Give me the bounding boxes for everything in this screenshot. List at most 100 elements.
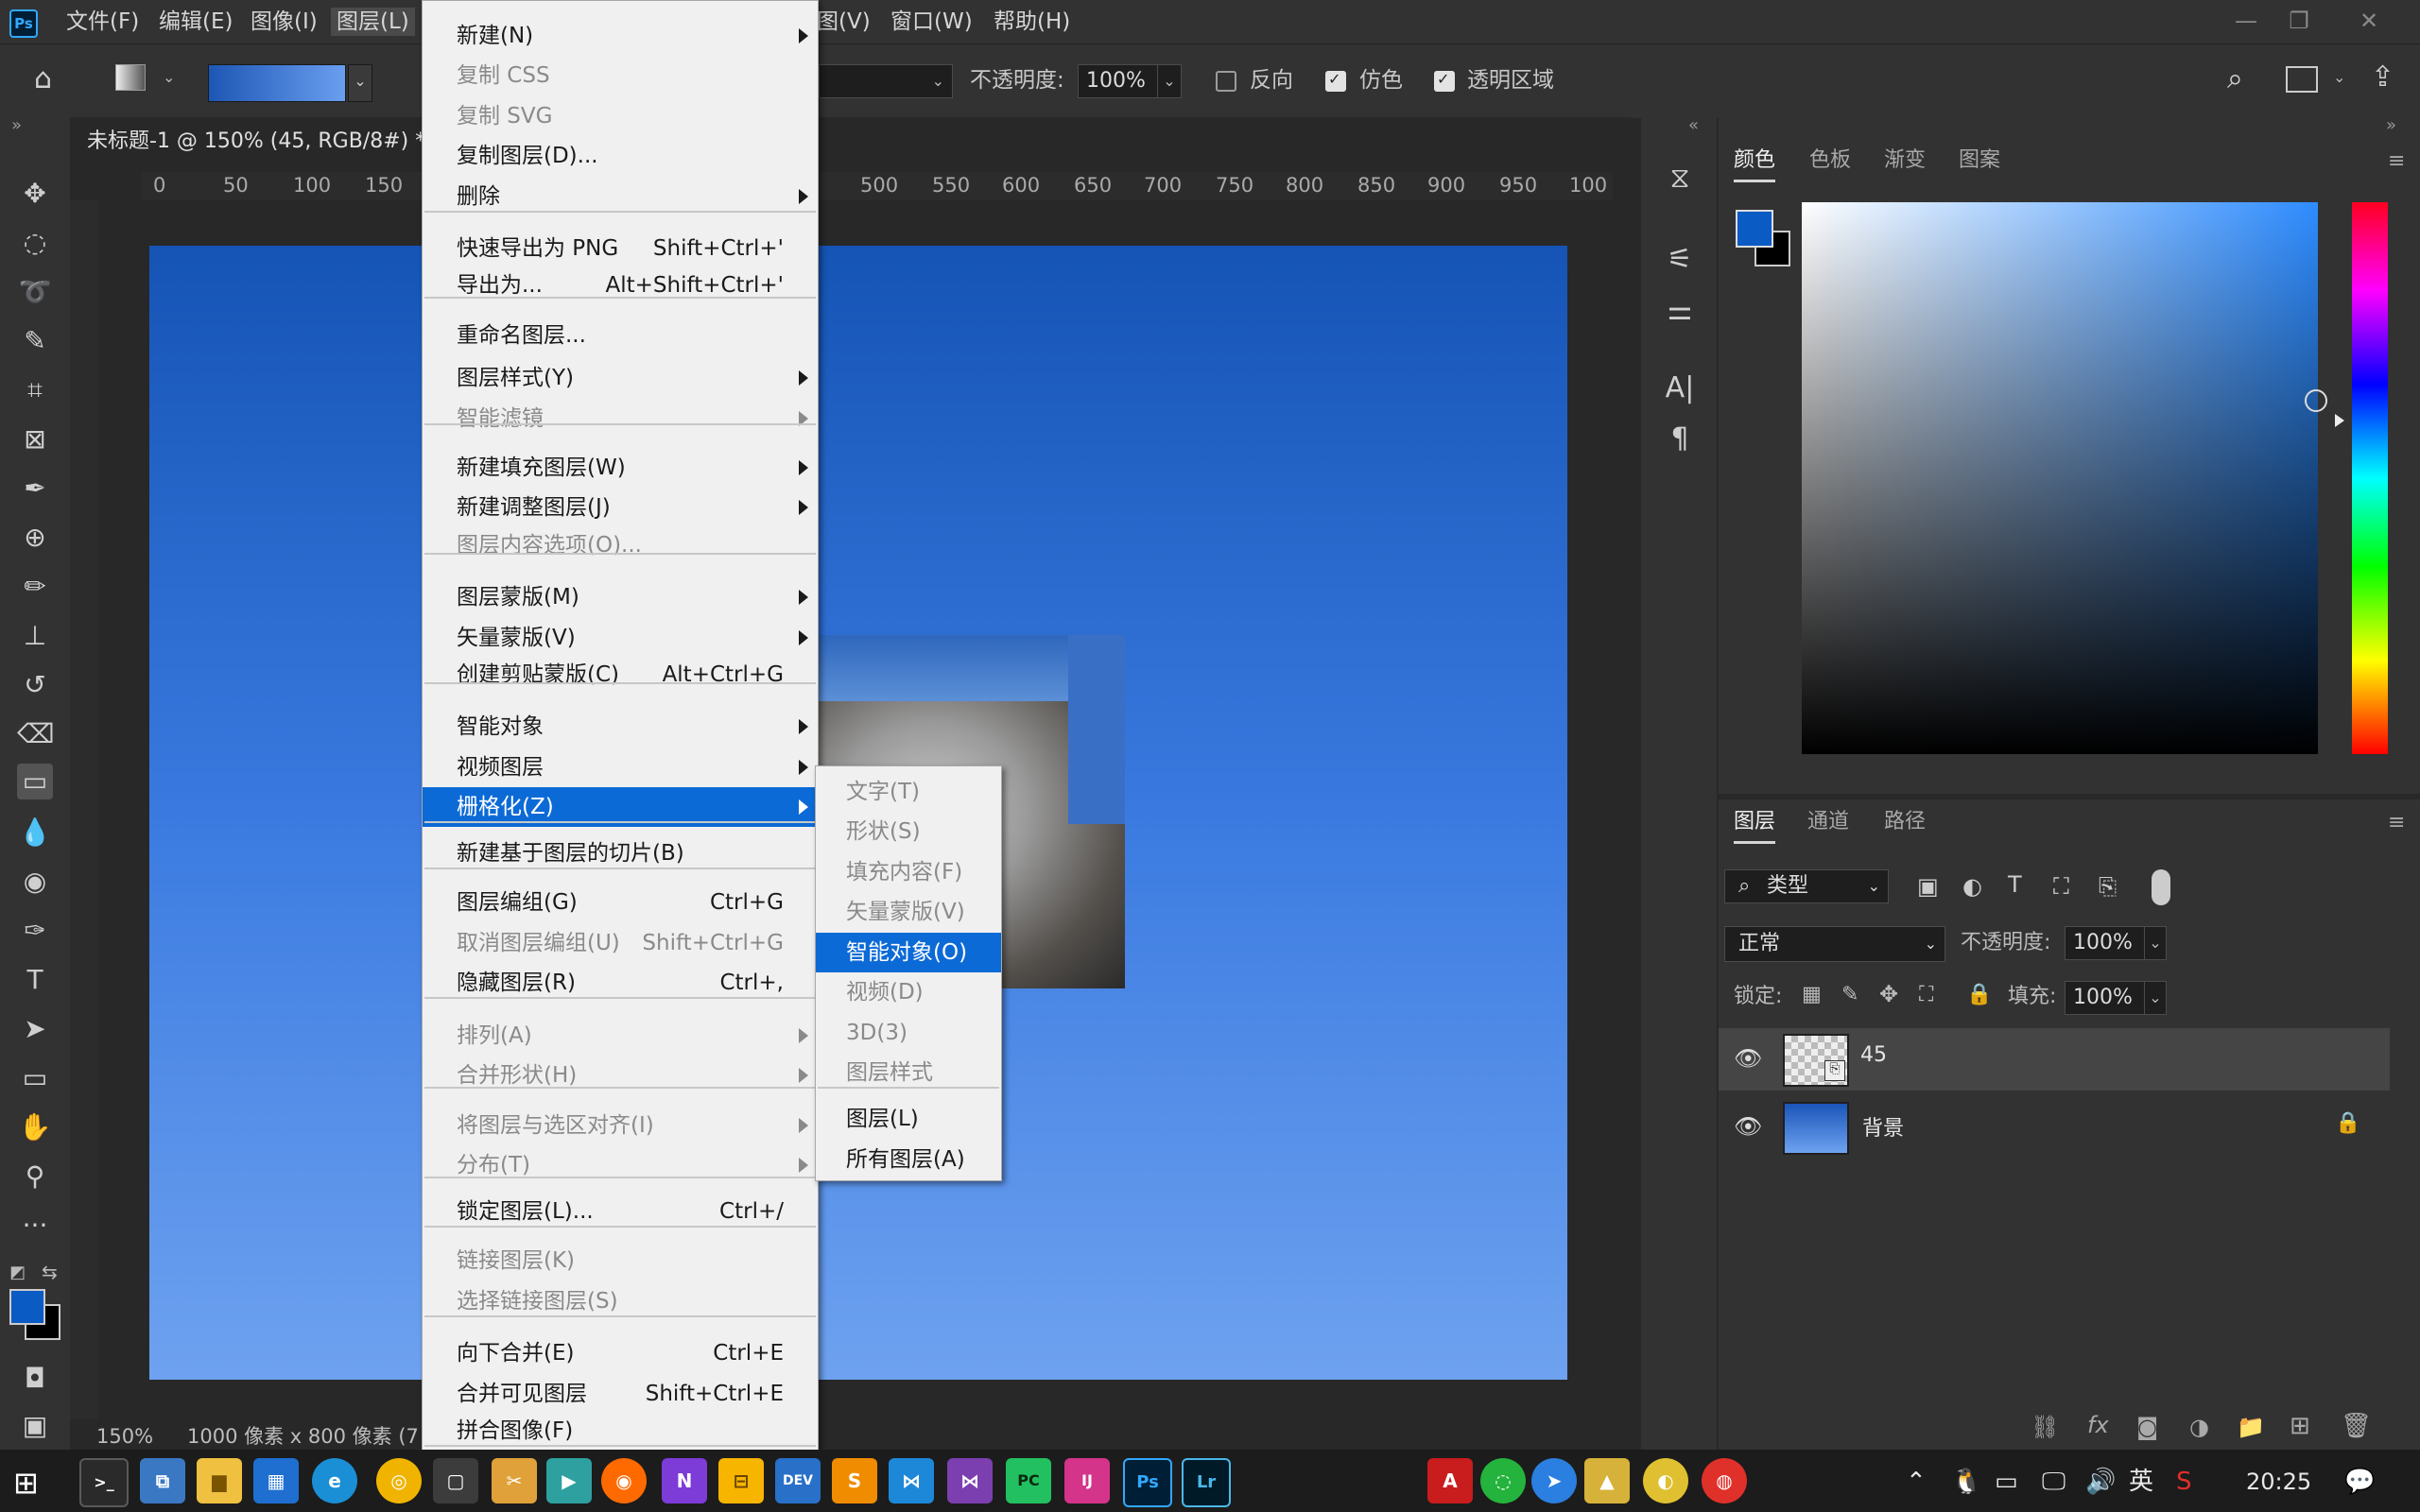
- devcpp-app-icon[interactable]: DEV: [775, 1458, 821, 1503]
- submenu-item[interactable]: 填充内容(F): [816, 852, 1001, 892]
- menu-item[interactable]: 新建填充图层(W): [423, 448, 818, 488]
- dodge-tool-icon[interactable]: ◉: [17, 864, 53, 900]
- menu-window[interactable]: 窗口(W): [890, 8, 973, 36]
- search-icon[interactable]: ⌕: [2227, 62, 2243, 95]
- workspace-icon[interactable]: [2286, 66, 2318, 93]
- remote-desktop-app-icon[interactable]: ⧉: [140, 1458, 185, 1503]
- panel-menu-icon[interactable]: ≡: [2388, 149, 2405, 173]
- menu-item[interactable]: 合并可见图层 Shift+Ctrl+E: [423, 1374, 818, 1414]
- fill-dropdown-icon[interactable]: ⌄: [2144, 981, 2167, 1015]
- eyedropper-tool-icon[interactable]: ✒: [17, 471, 53, 507]
- color-picker-handle[interactable]: [2305, 389, 2327, 412]
- filter-smart-object-icon[interactable]: ⎘: [2099, 873, 2117, 900]
- opacity-input[interactable]: 100%: [1078, 64, 1167, 98]
- home-icon[interactable]: ⌂: [34, 62, 52, 95]
- lightroom-app-icon[interactable]: Lr: [1182, 1458, 1231, 1507]
- pycharm-app-icon[interactable]: PC: [1006, 1458, 1051, 1503]
- submenu-item[interactable]: 3D(3): [816, 1013, 1001, 1053]
- menu-item[interactable]: 新建(N): [423, 16, 818, 56]
- type-tool-icon[interactable]: T: [17, 962, 53, 998]
- filter-adjustment-icon[interactable]: ◐: [1962, 873, 1982, 900]
- app-icon[interactable]: ◐: [1643, 1458, 1688, 1503]
- menu-item[interactable]: 图层样式(Y): [423, 358, 818, 398]
- battery-icon[interactable]: ▭: [1995, 1465, 2018, 1499]
- submenu-item[interactable]: 智能对象(O): [816, 933, 1001, 972]
- history-panel-icon[interactable]: ⧖: [1660, 159, 1700, 198]
- layer-row[interactable]: 👁 ⎘ 45: [1719, 1028, 2390, 1091]
- hue-slider[interactable]: [2352, 202, 2388, 754]
- sublime-app-icon[interactable]: S: [832, 1458, 877, 1503]
- menu-item[interactable]: 导出为... Alt+Shift+Ctrl+': [423, 266, 818, 305]
- minimize-icon[interactable]: —: [2221, 4, 2271, 38]
- document-tab[interactable]: 未标题-1 @ 150% (45, RGB/8#) *: [87, 121, 425, 163]
- menu-layer[interactable]: 图层(L): [331, 8, 415, 36]
- submenu-item[interactable]: 形状(S): [816, 812, 1001, 851]
- collapse-left-icon[interactable]: «: [1688, 115, 1699, 135]
- marquee-tool-icon[interactable]: ◌: [17, 225, 53, 261]
- windows-start-icon[interactable]: ⊞: [13, 1465, 39, 1501]
- qq-tray-icon[interactable]: 🐧: [1951, 1465, 1981, 1499]
- onenote-app-icon[interactable]: N: [662, 1458, 707, 1503]
- terminal-app-icon[interactable]: >_: [79, 1458, 129, 1507]
- filter-type-icon[interactable]: T: [2008, 871, 2022, 898]
- adjustment-layer-icon[interactable]: ◑: [2189, 1414, 2209, 1440]
- blend-mode-select[interactable]: 正常 ⌄: [1724, 926, 1945, 962]
- foreground-color-swatch[interactable]: [9, 1289, 45, 1325]
- layer-row[interactable]: 👁 背景 🔒: [1719, 1096, 2390, 1159]
- reverse-checkbox[interactable]: [1216, 71, 1236, 92]
- hand-tool-icon[interactable]: ✋: [17, 1109, 53, 1145]
- menu-item[interactable]: 复制 SVG: [423, 96, 818, 136]
- edge-app-icon[interactable]: e: [312, 1458, 357, 1503]
- feishu-app-icon[interactable]: ➤: [1531, 1458, 1577, 1503]
- menu-file[interactable]: 文件(F): [66, 8, 139, 36]
- pen-tool-icon[interactable]: ✑: [17, 913, 53, 949]
- swap-colors-icon[interactable]: ⇆: [42, 1261, 58, 1283]
- submenu-item[interactable]: 文字(T): [816, 772, 1001, 812]
- fx-icon[interactable]: fx: [2087, 1412, 2109, 1438]
- layer-opacity-input[interactable]: 100%: [2065, 926, 2148, 960]
- eraser-tool-icon[interactable]: ⌫: [17, 716, 55, 752]
- eye-icon[interactable]: 👁: [1734, 1045, 1762, 1072]
- tray-expand-icon[interactable]: ⌃: [1906, 1465, 1927, 1499]
- frame-tool-icon[interactable]: ⊠: [17, 421, 53, 457]
- zoom-tool-icon[interactable]: ⚲: [17, 1159, 53, 1194]
- lock-pixels-icon[interactable]: ✎: [1841, 983, 1858, 1006]
- gradient-dropdown-icon[interactable]: ⌄: [348, 64, 372, 102]
- acrobat-app-icon[interactable]: A: [1427, 1458, 1473, 1503]
- character-panel-icon[interactable]: A|: [1660, 369, 1700, 408]
- app-icon[interactable]: ▲: [1584, 1458, 1630, 1503]
- close-icon[interactable]: ✕: [2344, 4, 2394, 38]
- crop-tool-icon[interactable]: ⌗: [17, 372, 53, 408]
- volume-icon[interactable]: 🔊: [2085, 1465, 2116, 1499]
- visual-studio-app-icon[interactable]: ⋈: [947, 1458, 993, 1503]
- menu-item[interactable]: 快速导出为 PNG Shift+Ctrl+': [423, 229, 818, 268]
- intellij-app-icon[interactable]: IJ: [1064, 1458, 1110, 1503]
- collapse-arrows-icon[interactable]: »: [11, 115, 22, 135]
- share-icon[interactable]: ⇪: [2371, 60, 2394, 94]
- screen-mode-icon[interactable]: ▣: [17, 1408, 53, 1444]
- link-layers-icon[interactable]: ⛓: [2031, 1414, 2059, 1440]
- brush-tool-icon[interactable]: ✏: [17, 569, 53, 605]
- mode-select[interactable]: ⌄: [819, 64, 953, 98]
- submenu-item[interactable]: 矢量蒙版(V): [816, 892, 1001, 932]
- clock[interactable]: 20:25: [2246, 1465, 2311, 1499]
- lock-transparent-icon[interactable]: ▦: [1802, 983, 1822, 1006]
- network-icon[interactable]: 🖵: [2042, 1465, 2066, 1499]
- menu-view[interactable]: 图(V): [817, 8, 871, 36]
- zoom-level[interactable]: 150%: [96, 1419, 153, 1453]
- layers-menu-icon[interactable]: ≡: [2388, 811, 2405, 834]
- gradient-tool-icon[interactable]: [115, 64, 146, 91]
- menu-item[interactable]: 智能滤镜: [423, 399, 818, 438]
- lock-artboard-icon[interactable]: ⛶: [1919, 983, 1933, 1006]
- notes-app-icon[interactable]: ⊟: [718, 1458, 764, 1503]
- tab-color[interactable]: 颜色: [1734, 142, 1776, 182]
- path-select-icon[interactable]: ➤: [17, 1011, 53, 1047]
- ime-indicator[interactable]: 英: [2129, 1465, 2153, 1499]
- transparency-checkbox[interactable]: [1434, 70, 1455, 92]
- calculator-app-icon[interactable]: ▦: [253, 1458, 299, 1503]
- more-tools-icon[interactable]: ···: [17, 1208, 53, 1244]
- brush-settings-icon[interactable]: ⚟: [1660, 240, 1700, 280]
- opacity-dropdown-icon[interactable]: ⌄: [1157, 64, 1182, 98]
- wechat-app-icon[interactable]: ◌: [1480, 1458, 1526, 1503]
- add-mask-icon[interactable]: ◙: [2136, 1414, 2158, 1440]
